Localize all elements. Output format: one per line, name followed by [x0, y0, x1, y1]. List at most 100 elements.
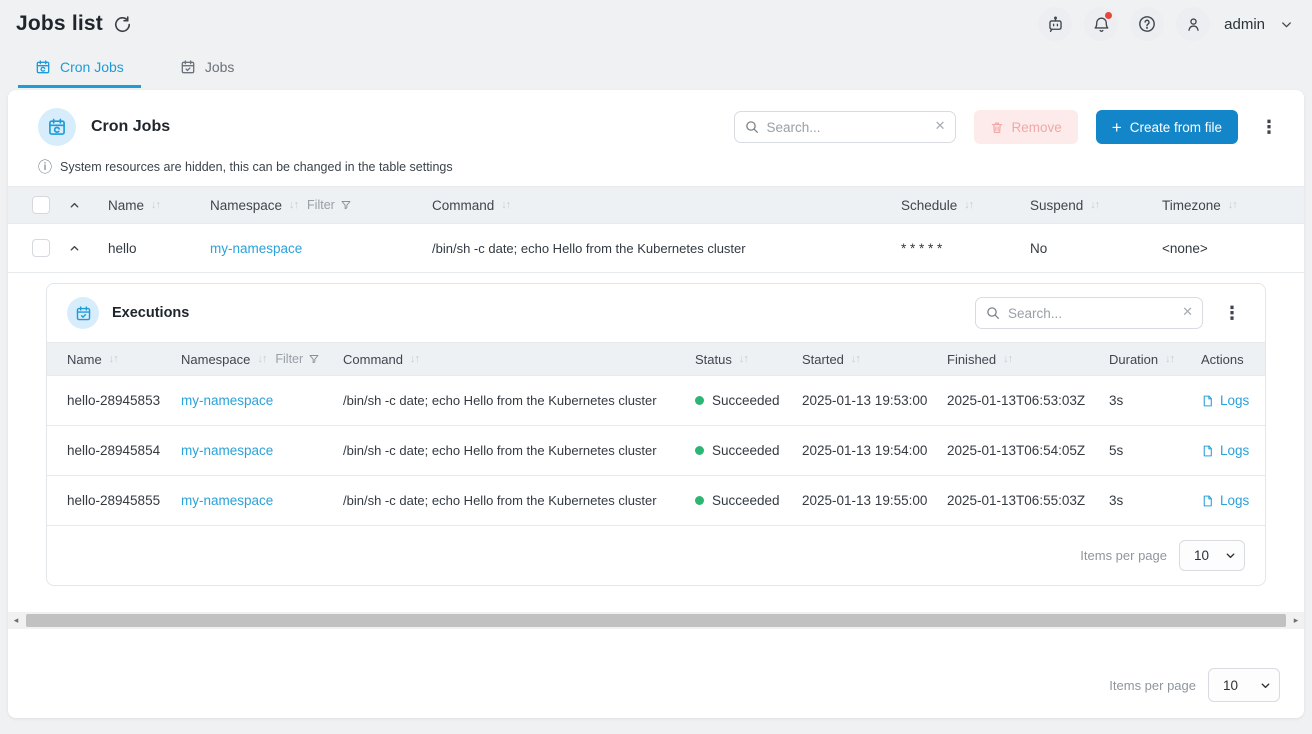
assistant-bot-icon[interactable] [1038, 7, 1072, 41]
refresh-icon[interactable] [113, 15, 132, 34]
col-header-command[interactable]: Command↓↑ [412, 198, 881, 213]
sort-icon: ↓↑ [410, 353, 419, 365]
notifications-bell-icon[interactable] [1084, 7, 1118, 41]
scrollbar-right-arrow-icon[interactable]: ▸ [1288, 612, 1304, 629]
namespace-link[interactable]: my-namespace [181, 393, 273, 408]
filter-funnel-icon [308, 353, 320, 365]
scrollbar-thumb[interactable] [26, 614, 1286, 627]
search-icon [985, 305, 1001, 321]
search-icon [744, 119, 760, 135]
namespace-link[interactable]: my-namespace [181, 493, 273, 508]
cell-command: /bin/sh -c date; echo Hello from the Kub… [323, 443, 675, 458]
user-name: admin [1224, 16, 1265, 33]
help-icon[interactable] [1130, 7, 1164, 41]
cell-name: hello [88, 241, 190, 256]
namespace-link[interactable]: my-namespace [210, 241, 302, 256]
create-from-file-button[interactable]: + Create from file [1096, 110, 1238, 144]
search-clear-icon[interactable]: ✕ [935, 118, 946, 134]
cell-status: Succeeded [675, 493, 782, 508]
table-row-hello[interactable]: hello my-namespace /bin/sh -c date; echo… [8, 224, 1304, 273]
sort-icon: ↓↑ [1228, 199, 1237, 211]
topbar-actions: admin [1038, 7, 1294, 41]
plus-icon: + [1112, 119, 1122, 136]
user-menu-chevron-down-icon[interactable] [1279, 17, 1294, 32]
executions-kebab-menu-icon[interactable]: ⋮ [1219, 304, 1245, 322]
remove-button[interactable]: Remove [974, 110, 1078, 144]
document-icon [1201, 444, 1214, 458]
namespace-filter[interactable]: Filter [275, 352, 320, 366]
col-header-command[interactable]: Command↓↑ [323, 352, 675, 367]
execution-row[interactable]: hello-28945854 my-namespace /bin/sh -c d… [47, 426, 1265, 476]
col-header-status[interactable]: Status↓↑ [675, 352, 782, 367]
namespace-filter[interactable]: Filter [307, 198, 352, 212]
col-header-schedule[interactable]: Schedule↓↑ [881, 198, 1010, 213]
col-header-suspend[interactable]: Suspend↓↑ [1010, 198, 1142, 213]
cell-duration: 3s [1089, 493, 1181, 508]
executions-pagination: Items per page 10 [47, 526, 1265, 585]
status-succeeded-dot [695, 496, 704, 505]
cell-duration: 3s [1089, 393, 1181, 408]
tab-cron-jobs[interactable]: Cron Jobs [18, 48, 141, 88]
col-header-name[interactable]: Name↓↑ [88, 198, 190, 213]
col-header-finished[interactable]: Finished↓↑ [927, 352, 1089, 367]
namespace-link[interactable]: my-namespace [181, 443, 273, 458]
page-title: Jobs list [16, 12, 103, 36]
col-header-namespace[interactable]: Namespace↓↑ Filter [161, 352, 323, 367]
cell-finished: 2025-01-13T06:55:03Z [927, 493, 1089, 508]
cell-started: 2025-01-13 19:55:00 [782, 493, 927, 508]
cell-finished: 2025-01-13T06:54:05Z [927, 443, 1089, 458]
notification-badge [1104, 11, 1113, 20]
row-expand-caret-icon[interactable] [52, 242, 88, 255]
cell-schedule: * * * * * [881, 241, 1010, 256]
row-expanded-area: Executions ✕ ⋮ Name↓↑ Nam [8, 273, 1304, 612]
logs-link[interactable]: Logs [1201, 493, 1249, 508]
status-succeeded-dot [695, 396, 704, 405]
search-clear-icon[interactable]: ✕ [1182, 304, 1193, 320]
items-per-page-select[interactable]: 10 [1208, 668, 1280, 702]
calendar-check-icon [180, 59, 196, 75]
cron-jobs-panel: Cron Jobs ✕ Remove + Create [8, 90, 1304, 718]
horizontal-scrollbar[interactable]: ◂ ▸ [8, 612, 1304, 629]
sort-icon: ↓↑ [109, 353, 118, 365]
system-resources-info: ⓘ System resources are hidden, this can … [8, 158, 1304, 186]
tab-bar: Cron Jobs Jobs [0, 48, 1312, 88]
filter-funnel-icon [340, 199, 352, 211]
logs-link[interactable]: Logs [1201, 393, 1249, 408]
scrollbar-left-arrow-icon[interactable]: ◂ [8, 612, 24, 629]
row-checkbox[interactable] [32, 239, 50, 257]
items-per-page-select[interactable]: 10 [1179, 540, 1245, 571]
logs-link[interactable]: Logs [1201, 443, 1249, 458]
sort-icon: ↓↑ [1090, 199, 1099, 211]
col-header-timezone[interactable]: Timezone↓↑ [1142, 198, 1304, 213]
sort-icon: ↓↑ [739, 353, 748, 365]
status-succeeded-dot [695, 446, 704, 455]
executions-search: ✕ [975, 297, 1203, 329]
executions-search-input[interactable] [975, 297, 1203, 329]
cell-command: /bin/sh -c date; echo Hello from the Kub… [323, 493, 675, 508]
executions-table-header: Name↓↑ Namespace↓↑ Filter Command↓↑ Stat… [47, 342, 1265, 376]
items-per-page-label: Items per page [1109, 678, 1196, 693]
tab-jobs[interactable]: Jobs [163, 48, 252, 88]
document-icon [1201, 494, 1214, 508]
tab-jobs-label: Jobs [205, 59, 235, 75]
info-icon: ⓘ [38, 160, 52, 174]
sort-icon: ↓↑ [1003, 353, 1012, 365]
cell-command: /bin/sh -c date; echo Hello from the Kub… [412, 241, 881, 256]
cron-jobs-panel-header: Cron Jobs ✕ Remove + Create [8, 90, 1304, 158]
cron-jobs-search-input[interactable] [734, 111, 956, 143]
execution-row[interactable]: hello-28945855 my-namespace /bin/sh -c d… [47, 476, 1265, 526]
sort-icon: ↓↑ [964, 199, 973, 211]
sort-icon: ↓↑ [501, 199, 510, 211]
tab-cron-jobs-label: Cron Jobs [60, 59, 124, 75]
user-avatar-icon[interactable] [1176, 7, 1210, 41]
collapse-all-caret-icon[interactable] [52, 199, 88, 212]
col-header-started[interactable]: Started↓↑ [782, 352, 927, 367]
col-header-name[interactable]: Name↓↑ [47, 352, 161, 367]
col-header-duration[interactable]: Duration↓↑ [1089, 352, 1181, 367]
execution-row[interactable]: hello-28945853 my-namespace /bin/sh -c d… [47, 376, 1265, 426]
cron-jobs-kebab-menu-icon[interactable]: ⋮ [1256, 118, 1282, 136]
cron-jobs-title: Cron Jobs [91, 118, 170, 136]
select-all-checkbox[interactable] [32, 196, 50, 214]
col-header-namespace[interactable]: Namespace↓↑ Filter [190, 198, 412, 213]
sort-icon: ↓↑ [257, 353, 266, 365]
